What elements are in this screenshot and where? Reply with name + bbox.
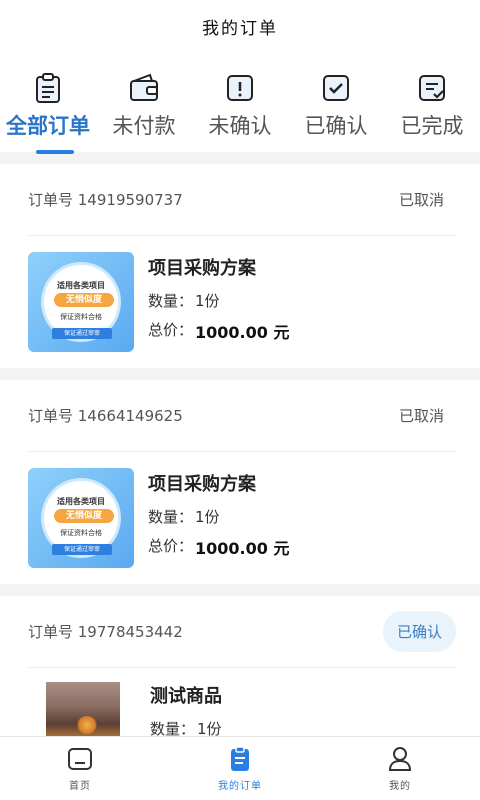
total-price: 1000.00 元 <box>195 322 290 342</box>
order-doc-icon <box>231 746 249 771</box>
tab-unconfirmed[interactable]: 未确认 <box>192 52 288 152</box>
product-name: 项目采购方案 <box>148 473 256 495</box>
order-card[interactable]: 订单号 14919590737 已取消 适用各类项目 无悄似度 保证资料合格 保… <box>0 164 480 368</box>
active-tab-indicator <box>36 150 74 154</box>
promo-line: 保证资料合格 <box>60 313 102 321</box>
order-status-badge: 已确认 <box>382 611 456 652</box>
nav-label: 首页 <box>69 781 91 792</box>
nav-label: 我的 <box>389 781 411 792</box>
order-number: 订单号 14919590737 <box>28 191 183 209</box>
order-status: 已取消 <box>398 191 444 209</box>
user-icon <box>388 747 412 771</box>
total-label: 总价： <box>148 536 194 555</box>
order-card[interactable]: 订单号 14664149625 已取消 适用各类项目 无悄似度 保证资料合格 保… <box>0 380 480 584</box>
quantity-row: 数量： 1份 <box>148 290 289 311</box>
tab-label: 已完成 <box>400 114 464 138</box>
order-status-tabs: 全部订单 未付款 未确认 已确认 已完成 <box>0 52 480 154</box>
product-name: 项目采购方案 <box>148 257 256 279</box>
home-icon <box>68 748 92 770</box>
order-header: 订单号 19778453442 已确认 <box>28 596 456 668</box>
order-body: 适用各类项目 无悄似度 保证资料合格 保证通过审审 项目采购方案 数量： 1份 … <box>28 236 456 368</box>
quantity-row: 数量： 1份 <box>148 506 289 527</box>
product-photo <box>46 682 120 742</box>
tab-label: 全部订单 <box>6 114 90 138</box>
product-info: 项目采购方案 数量： 1份 总价： 1000.00 元 <box>148 254 289 351</box>
promo-line: 适用各类项目 <box>57 281 105 290</box>
photo-detail <box>76 716 98 734</box>
alert-box-icon <box>227 75 253 101</box>
product-info: 项目采购方案 数量： 1份 总价： 1000.00 元 <box>148 470 289 567</box>
quantity-value: 1份 <box>195 507 220 526</box>
tab-label: 未确认 <box>208 114 272 138</box>
tab-unpaid[interactable]: 未付款 <box>96 52 192 152</box>
order-body: 适用各类项目 无悄似度 保证资料合格 保证通过审审 项目采购方案 数量： 1份 … <box>28 452 456 584</box>
nav-mine[interactable]: 我的 <box>340 737 460 800</box>
product-thumbnail: 适用各类项目 无悄似度 保证资料合格 保证通过审审 <box>28 252 134 352</box>
promo-line: 适用各类项目 <box>57 497 105 506</box>
order-header: 订单号 14664149625 已取消 <box>28 380 456 452</box>
promo-ribbon: 保证通过审审 <box>52 328 112 339</box>
tab-completed[interactable]: 已完成 <box>384 52 480 152</box>
promo-highlight: 无悄似度 <box>54 509 114 523</box>
bottom-navigation: 首页 我的订单 我的 <box>0 736 480 800</box>
tab-confirmed[interactable]: 已确认 <box>288 52 384 152</box>
promo-highlight: 无悄似度 <box>54 293 114 307</box>
quantity-label: 数量： <box>148 291 194 310</box>
total-label: 总价： <box>148 320 194 339</box>
order-number: 订单号 19778453442 <box>28 623 183 641</box>
wallet-icon <box>130 73 158 101</box>
list-check-icon <box>419 75 445 101</box>
page-header: 我的订单 <box>0 0 480 52</box>
nav-home[interactable]: 首页 <box>20 737 140 800</box>
quantity-value: 1份 <box>195 291 220 310</box>
promo-ribbon: 保证通过审审 <box>52 544 112 555</box>
checked-box-icon <box>323 75 349 101</box>
order-number: 订单号 14664149625 <box>28 407 183 425</box>
clipboard-icon <box>36 73 60 103</box>
quantity-label: 数量： <box>148 507 194 526</box>
tab-label: 未付款 <box>112 114 176 138</box>
total-price: 1000.00 元 <box>195 538 290 558</box>
tab-all-orders[interactable]: 全部订单 <box>0 52 96 152</box>
product-thumbnail: 适用各类项目 无悄似度 保证资料合格 保证通过审审 <box>28 468 134 568</box>
nav-my-orders[interactable]: 我的订单 <box>180 737 300 800</box>
total-row: 总价： 1000.00 元 <box>148 535 289 559</box>
order-status: 已取消 <box>398 407 444 425</box>
section-divider <box>0 584 480 596</box>
promo-line: 保证资料合格 <box>60 529 102 537</box>
product-name: 测试商品 <box>150 686 222 707</box>
nav-label: 我的订单 <box>218 781 262 792</box>
page-title: 我的订单 <box>202 18 278 39</box>
total-row: 总价： 1000.00 元 <box>148 319 289 343</box>
order-header: 订单号 14919590737 已取消 <box>28 164 456 236</box>
section-divider <box>0 368 480 380</box>
tab-label: 已确认 <box>304 114 368 138</box>
